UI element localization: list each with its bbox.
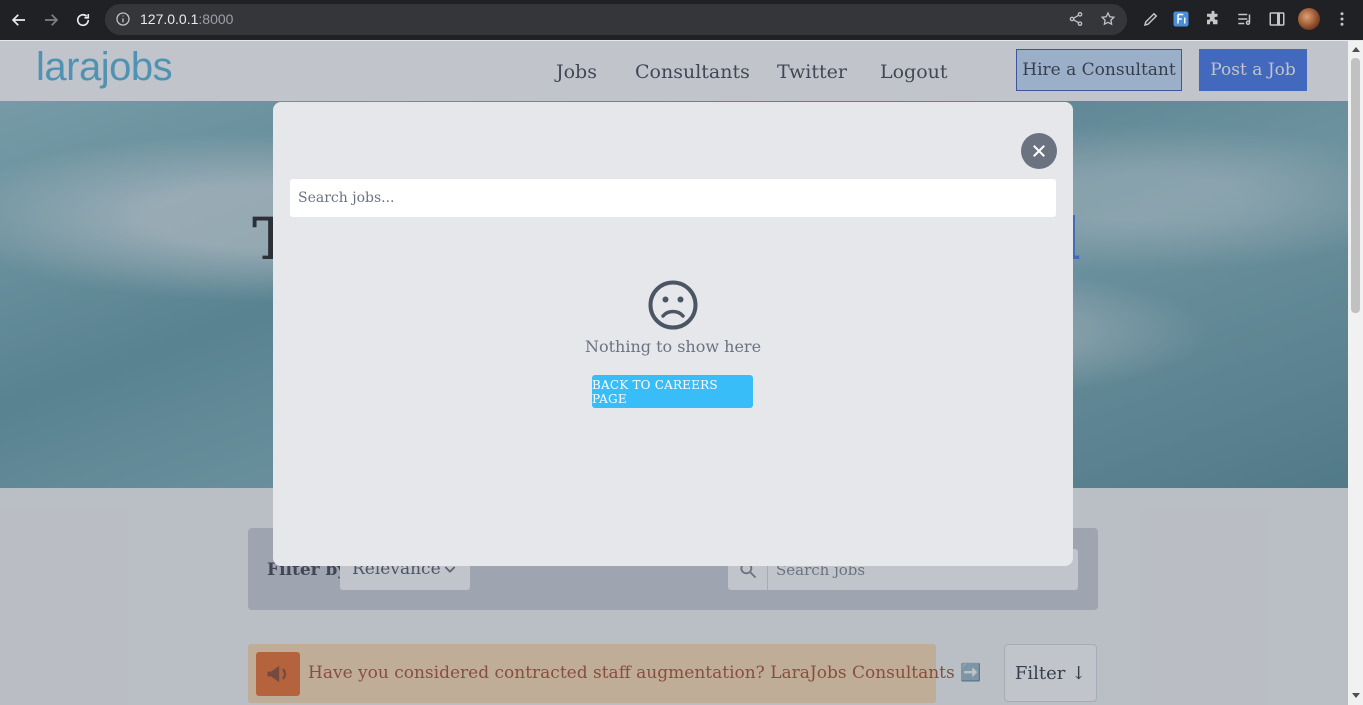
pen-extension-icon[interactable] [1141, 9, 1161, 29]
browser-menu-icon[interactable] [1332, 9, 1352, 29]
back-to-careers-button[interactable]: BACK TO CAREERS PAGE [592, 375, 753, 408]
modal-search-input[interactable] [289, 178, 1057, 218]
scroll-down-arrow-icon[interactable] [1352, 693, 1360, 698]
reload-icon[interactable] [71, 8, 95, 32]
scrollbar-thumb[interactable] [1351, 58, 1360, 313]
site-info-icon[interactable] [115, 11, 131, 27]
close-icon [1033, 145, 1045, 157]
share-icon[interactable] [1068, 11, 1084, 27]
address-bar[interactable]: 127.0.0.1:8000 [105, 4, 1127, 35]
page-scrollbar[interactable] [1348, 41, 1363, 705]
close-modal-button[interactable] [1021, 133, 1057, 169]
forward-arrow-icon[interactable] [39, 8, 63, 32]
reading-list-icon[interactable] [1235, 9, 1255, 29]
empty-state-message: Nothing to show here [584, 337, 762, 356]
fi-extension-icon[interactable] [1171, 9, 1191, 29]
puzzle-extensions-icon[interactable] [1203, 9, 1223, 29]
search-modal: Nothing to show here BACK TO CAREERS PAG… [273, 102, 1073, 566]
bookmark-star-icon[interactable] [1100, 11, 1116, 27]
side-panel-icon[interactable] [1267, 9, 1287, 29]
profile-avatar[interactable] [1298, 8, 1320, 30]
url-text: 127.0.0.1:8000 [140, 11, 234, 27]
browser-toolbar: 127.0.0.1:8000 [0, 0, 1363, 40]
sad-face-icon [648, 280, 698, 330]
back-arrow-icon[interactable] [7, 8, 31, 32]
scroll-up-arrow-icon[interactable] [1352, 47, 1360, 52]
